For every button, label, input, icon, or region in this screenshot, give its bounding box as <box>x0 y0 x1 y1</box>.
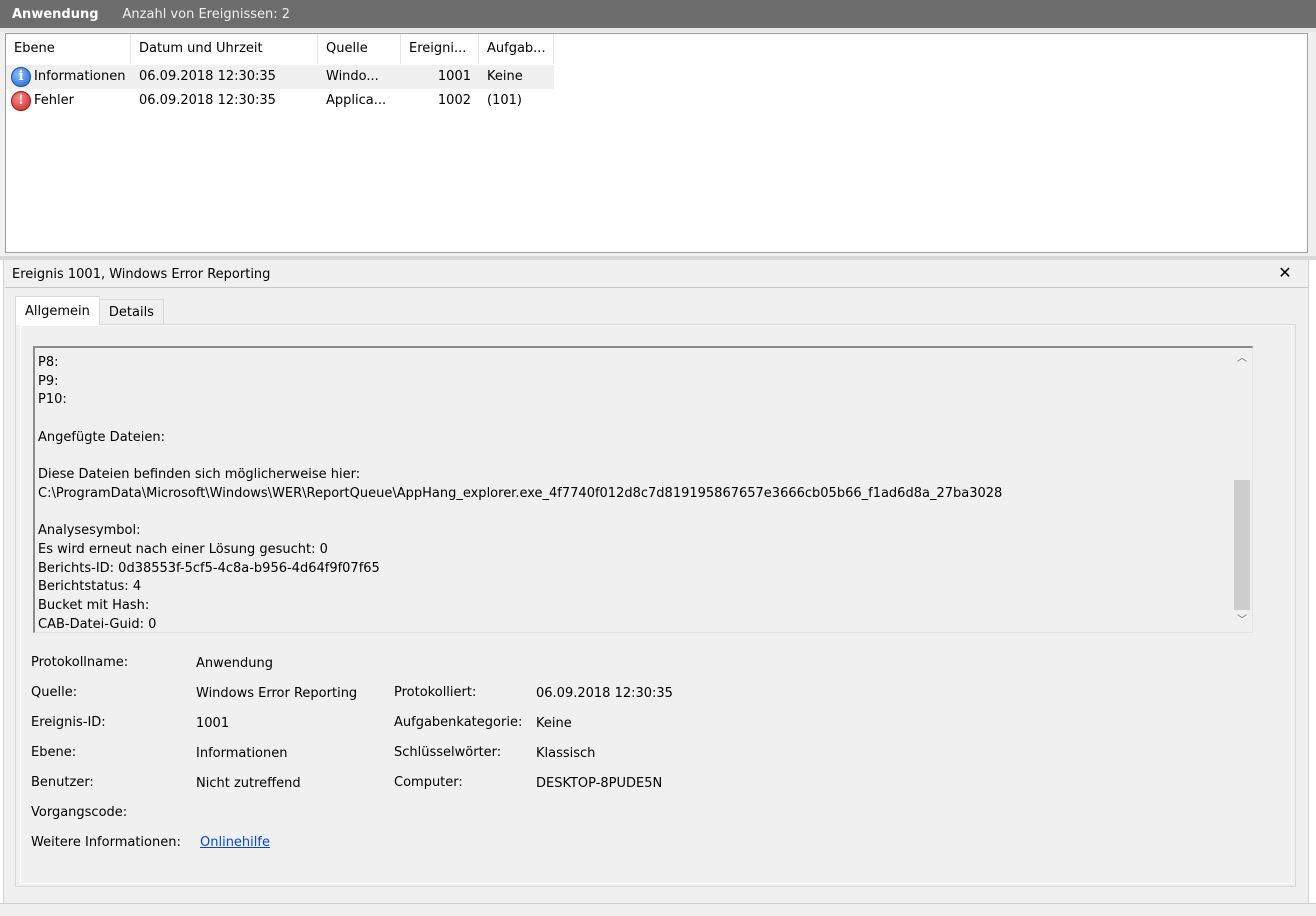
description-line: P10: <box>38 392 67 408</box>
value-protokolliert: 06.09.2018 12:30:35 <box>536 686 673 701</box>
column-header-ebene[interactable]: Ebene <box>6 34 131 64</box>
description-line <box>38 410 1228 429</box>
column-header-ereignis[interactable]: Ereigni... <box>401 34 479 64</box>
detail-title: Ereignis 1001, Windows Error Reporting <box>12 266 271 282</box>
description-line: Diese Dateien befinden sich möglicherwei… <box>38 467 361 483</box>
column-header-aufgabe[interactable]: Aufgab... <box>479 34 554 64</box>
label-schluesselwoerter: Schlüsselwörter: <box>394 745 502 760</box>
description-line: Angefügte Dateien: <box>38 429 165 445</box>
divider <box>0 28 1316 32</box>
description-line: Es wird erneut nach einer Lösung gesucht… <box>38 541 328 557</box>
description-line: CAB-Datei-Guid: 0 <box>38 616 157 632</box>
event-id-cell: 1001 <box>437 69 471 84</box>
description-line: Berichtstatus: 4 <box>38 579 142 595</box>
value-quelle: Windows Error Reporting <box>196 686 358 701</box>
value-benutzer: Nicht zutreffend <box>196 776 301 791</box>
label-computer: Computer: <box>394 775 463 790</box>
event-list[interactable]: Ebene Datum und Uhrzeit Quelle Ereigni..… <box>5 33 1308 253</box>
label-protokollname: Protokollname: <box>31 655 129 670</box>
event-description-textbox[interactable]: P8: P9: P10: Angefügte Dateien: Diese Dateie… <box>33 346 1253 633</box>
scrollbar[interactable]: ︿ ﹀ <box>1232 348 1252 632</box>
pane-border <box>0 260 4 903</box>
label-protokolliert: Protokolliert: <box>394 685 477 700</box>
description-line <box>38 447 1228 466</box>
source-cell: Applica... <box>326 93 387 108</box>
label-vorgangscode: Vorgangscode: <box>31 805 128 820</box>
level-text: Fehler <box>34 93 74 108</box>
level-cell: i Informationen <box>6 65 131 89</box>
column-header-quelle[interactable]: Quelle <box>318 34 401 64</box>
status-strip <box>0 903 1316 916</box>
description-line <box>38 504 1228 523</box>
level-cell: ! Fehler <box>6 89 131 113</box>
description-line: P9: <box>38 373 59 389</box>
value-ebene: Informationen <box>196 746 288 761</box>
label-benutzer: Benutzer: <box>31 775 94 790</box>
date-cell: 06.09.2018 12:30:35 <box>139 93 276 108</box>
source-cell: Windo... <box>326 69 379 84</box>
event-count: Anzahl von Ereignissen: 2 <box>122 6 291 22</box>
online-help-link[interactable]: Onlinehilfe <box>200 835 270 850</box>
date-cell: 06.09.2018 12:30:35 <box>139 69 276 84</box>
info-icon: i <box>11 67 31 87</box>
label-aufgabenkategorie: Aufgabenkategorie: <box>394 715 523 730</box>
table-row[interactable]: ! Fehler 06.09.2018 12:30:35 Applica... … <box>6 89 554 113</box>
label-ereignis-id: Ereignis-ID: <box>31 715 106 730</box>
value-computer: DESKTOP-8PUDE5N <box>536 776 663 791</box>
tab-allgemein[interactable]: Allgemein <box>15 296 100 325</box>
description-line: P8: <box>38 355 59 370</box>
description-line: Bucket mit Hash: <box>38 597 150 613</box>
detail-tabs: Allgemein Details <box>15 296 164 325</box>
table-row[interactable]: i Informationen 06.09.2018 12:30:35 Wind… <box>6 65 554 89</box>
task-cell: (101) <box>487 93 522 108</box>
label-quelle: Quelle: <box>31 685 78 700</box>
label-weitere-informationen: Weitere Informationen: <box>31 835 181 850</box>
description-line: Analysesymbol: <box>38 523 141 539</box>
scroll-down-icon[interactable]: ﹀ <box>1232 612 1252 630</box>
column-header-datum[interactable]: Datum und Uhrzeit <box>131 34 318 64</box>
pane-splitter[interactable] <box>0 256 1316 260</box>
task-cell: Keine <box>487 69 523 84</box>
log-name: Anwendung <box>12 6 99 22</box>
value-aufgabenkategorie: Keine <box>536 716 572 731</box>
description-line: C:\ProgramData\Microsoft\Windows\WER\Rep… <box>38 485 1003 501</box>
description-line: Berichts-ID: 0d38553f-5cf5-4c8a-b956-4d6… <box>38 560 380 576</box>
scroll-up-icon[interactable]: ︿ <box>1232 350 1252 368</box>
close-icon[interactable]: ✕ <box>1276 264 1294 282</box>
level-text: Informationen <box>34 69 126 84</box>
detail-header: Ereignis 1001, Windows Error Reporting ✕ <box>5 261 1308 288</box>
event-id-cell: 1002 <box>437 93 471 108</box>
error-icon: ! <box>11 91 31 111</box>
tab-details[interactable]: Details <box>98 299 164 325</box>
value-ereignis-id: 1001 <box>196 716 230 731</box>
value-schluesselwoerter: Klassisch <box>536 746 596 761</box>
log-title-bar: Anwendung Anzahl von Ereignissen: 2 <box>0 0 1316 28</box>
description-text: P8: P9: P10: Angefügte Dateien: Diese Dateie… <box>38 354 1228 632</box>
scrollbar-thumb[interactable] <box>1234 480 1250 610</box>
pane-border <box>1308 260 1316 903</box>
value-protokollname: Anwendung <box>196 656 273 671</box>
label-ebene: Ebene: <box>31 745 77 760</box>
list-header: Ebene Datum und Uhrzeit Quelle Ereigni..… <box>6 34 554 64</box>
